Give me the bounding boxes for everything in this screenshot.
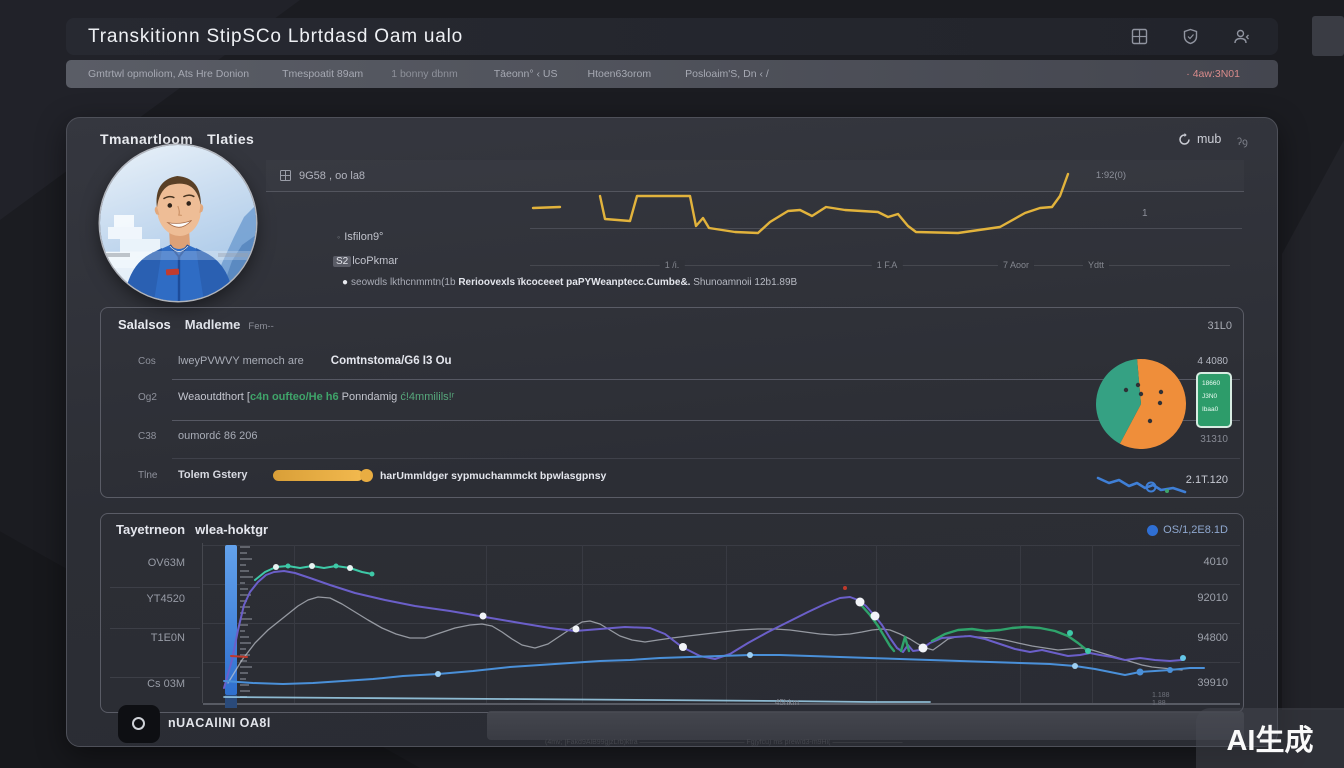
avatar[interactable]: [100, 145, 256, 301]
shield-icon[interactable]: [1182, 28, 1199, 45]
nav-item-3[interactable]: 1 bonny dbnm: [391, 68, 458, 80]
refresh-icon: [1178, 133, 1191, 146]
stats-title: SalalsosMadlemeFem--: [118, 317, 274, 332]
table-row-1: lweyPVWVY memoch are Comtnstoma/G6 I3 Ou: [178, 355, 452, 367]
progress-pill: [273, 470, 363, 481]
row-label-4: Tlne: [138, 470, 182, 481]
label-separator: [110, 628, 200, 629]
timeseries-link[interactable]: OS/1,2E8.1D: [1040, 524, 1228, 536]
right-value-1: 4010: [1138, 556, 1228, 568]
overview-side-label: 1:92(0): [1096, 170, 1126, 181]
grid-icon[interactable]: [1131, 28, 1148, 45]
row-separator: [172, 379, 1240, 380]
nav-item-6[interactable]: Posloaim'S, Dn ‹ /: [685, 68, 769, 80]
small-value: 1.1881.88: [1152, 692, 1170, 708]
overview-side-value: 1: [1142, 208, 1148, 219]
overview-note: ●seowdls lkthcnmmtn(1b Rerioovexls ïkcoc…: [342, 277, 1102, 288]
row-separator: [172, 458, 1240, 459]
footer-fine-print: (4mv; [Fakd9AlB99gjzLrb)ktra ———————————…: [545, 739, 1245, 746]
overview-metric-2: S2lcoPkmar: [333, 255, 398, 267]
table-row-2: Weaoutdthort [c4n oufteo/He h6 Ponndamig…: [178, 391, 454, 403]
footer-bar[interactable]: [487, 711, 1244, 740]
stats-value-2: 31310: [1136, 434, 1228, 445]
header-icons: [1131, 28, 1250, 45]
nav-bar: Gmtrtwl opmoliom, Ats Hre Donion Tmespoa…: [66, 60, 1278, 88]
table-row-3: oumordć 86 206: [178, 430, 258, 442]
label-separator: [110, 677, 200, 678]
avatar-photo: [100, 145, 256, 301]
background-patch-top-right: [1312, 16, 1344, 56]
label-separator: [110, 587, 200, 588]
stats-top-value: 31L0: [1140, 320, 1232, 332]
footer-label: nUACAllNI OA8l: [168, 716, 271, 730]
nav-item-4[interactable]: Tāeonn° ‹ US: [494, 68, 558, 80]
right-value-3: 94800: [1138, 632, 1228, 644]
overview-line-chart: [500, 160, 1100, 265]
table-row-4: Tolem Gstery: [178, 469, 248, 481]
app-root: Transkitionn StipSCo Lbrtdasd Oam ualo G…: [0, 0, 1344, 768]
y-axis-label-4: Cs 03M: [105, 678, 185, 690]
refresh-control[interactable]: mub: [1178, 132, 1221, 146]
y-axis-label-1: OV63M: [105, 557, 185, 569]
x-axis-note: 45hkm: [775, 698, 799, 707]
table-row-4-text: harUmmldger sypmuchammckt bpwlasgpnsy: [380, 470, 606, 482]
progress-pill-dot: [360, 469, 373, 482]
panel-extra-control[interactable]: ʔꝯ: [1237, 134, 1248, 148]
watermark: AI生成: [1196, 708, 1344, 768]
record-icon: [132, 717, 145, 730]
app-header: Transkitionn StipSCo Lbrtdasd Oam ualo: [66, 18, 1278, 55]
row-separator: [172, 420, 1240, 421]
row-label-3: C38: [138, 431, 182, 442]
background-band-right: [1282, 140, 1344, 710]
nav-item-5[interactable]: Htoen63orom: [587, 68, 651, 80]
nav-alert-badge[interactable]: · 4aw:3N01: [1186, 68, 1240, 80]
stats-value-1: 4 4080: [1136, 356, 1228, 367]
pie-legend: 18660 J3N0 Ibaa0: [1196, 372, 1232, 428]
nav-item-1[interactable]: Gmtrtwl opmoliom, Ats Hre Donion: [88, 68, 249, 80]
overview-metric-1: ◦Isfilon9°: [337, 231, 383, 243]
nav-item-2[interactable]: Tmespoatit 89am: [282, 68, 363, 80]
user-icon[interactable]: [1233, 28, 1250, 45]
app-title: Transkitionn StipSCo Lbrtdasd Oam ualo: [88, 26, 463, 48]
link-dot-icon: [1147, 525, 1158, 536]
timeseries-title: Tayetrneonwlea-hoktgr: [116, 522, 268, 537]
timeseries-chart: [203, 540, 1243, 708]
overview-label: 9G58 , oo la8: [280, 170, 365, 182]
y-axis-label-3: T1E0N: [105, 632, 185, 644]
right-value-4: 39910: [1138, 677, 1228, 689]
row-label-2: Og2: [138, 392, 182, 403]
right-value-2: 92010: [1138, 592, 1228, 604]
trend-sparkline: [1093, 471, 1193, 497]
y-axis-label-2: YT4520: [105, 593, 185, 605]
row-label-1: Cos: [138, 356, 182, 367]
panel-grid-icon: [280, 170, 291, 181]
